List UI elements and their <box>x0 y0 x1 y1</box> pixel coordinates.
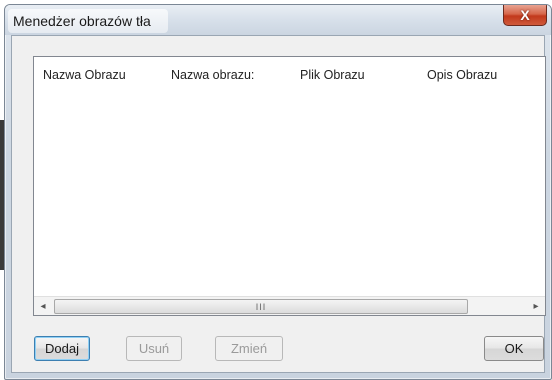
remove-button[interactable]: Usuń <box>126 336 182 361</box>
ok-button[interactable]: OK <box>484 336 544 361</box>
scrollbar-thumb[interactable]: III <box>54 299 468 314</box>
column-header-image-description[interactable]: Opis Obrazu <box>427 68 497 82</box>
change-button[interactable]: Zmień <box>215 336 283 361</box>
title-bar[interactable]: Menedżer obrazów tła X <box>5 5 551 35</box>
scroll-left-icon[interactable]: ◂ <box>34 297 52 315</box>
list-body[interactable] <box>34 93 545 297</box>
background-images-list[interactable]: Nazwa Obrazu Nazwa obrazu: Plik Obrazu O… <box>33 56 546 316</box>
column-header-image-name[interactable]: Nazwa Obrazu <box>43 68 126 82</box>
scroll-right-icon[interactable]: ▸ <box>527 297 545 315</box>
column-header-image-title[interactable]: Nazwa obrazu: <box>171 68 254 82</box>
horizontal-scrollbar[interactable]: ◂ III ▸ <box>34 296 545 315</box>
column-header-image-file[interactable]: Plik Obrazu <box>300 68 365 82</box>
close-button[interactable]: X <box>503 5 547 26</box>
list-header: Nazwa Obrazu Nazwa obrazu: Plik Obrazu O… <box>34 57 545 93</box>
dialog-client-area: Nazwa Obrazu Nazwa obrazu: Plik Obrazu O… <box>11 35 546 373</box>
window-title: Menedżer obrazów tła <box>13 13 151 29</box>
close-icon: X <box>520 7 530 23</box>
dialog-window: Menedżer obrazów tła X Nazwa Obrazu Nazw… <box>4 4 552 380</box>
thumb-grip-icon: III <box>255 301 267 312</box>
add-button[interactable]: Dodaj <box>34 336 90 361</box>
